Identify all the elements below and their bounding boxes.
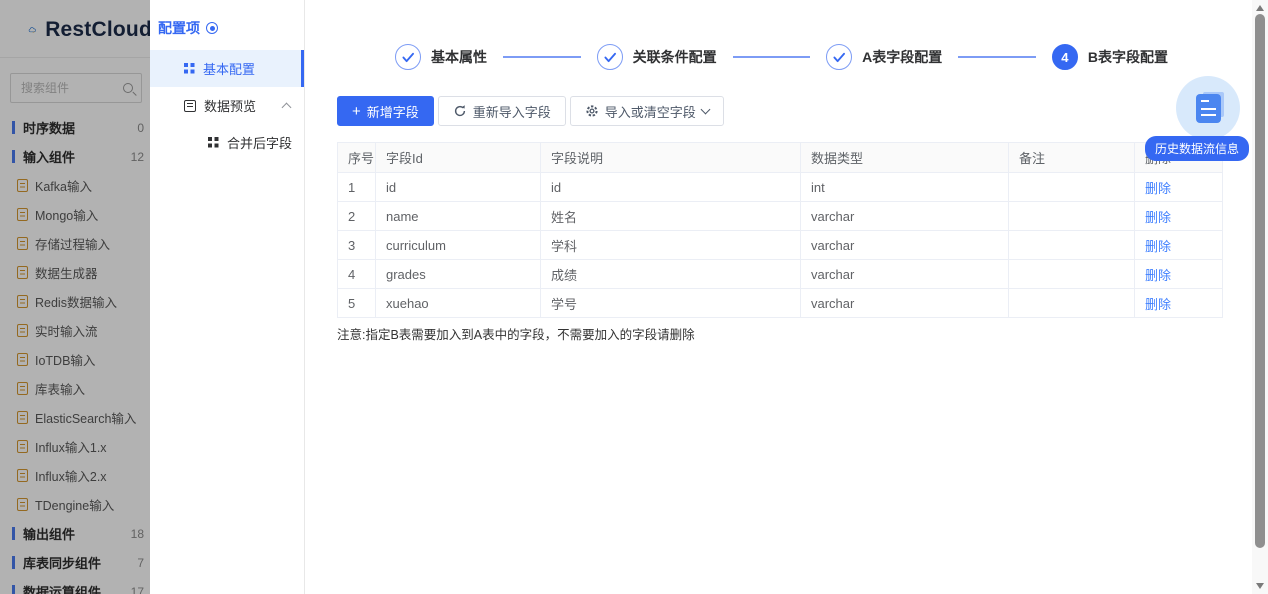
gear-icon <box>585 104 599 118</box>
grid-icon <box>184 63 195 74</box>
cell-field-id: name <box>376 202 541 231</box>
history-dataflow-button[interactable] <box>1176 76 1240 140</box>
cell-no: 3 <box>338 231 376 260</box>
cell-no: 5 <box>338 289 376 318</box>
add-field-label: 新增字段 <box>367 102 419 121</box>
target-icon <box>206 22 218 34</box>
cell-data-type: varchar <box>801 289 1009 318</box>
step-current-number: 4 <box>1052 44 1078 70</box>
col-header-remark: 备注 <box>1009 143 1135 173</box>
cell-remark <box>1009 231 1135 260</box>
reimport-fields-button[interactable]: 重新导入字段 <box>438 96 566 126</box>
scrollbar-thumb[interactable] <box>1255 14 1265 548</box>
config-item-basic[interactable]: 基本配置 <box>150 50 304 87</box>
refresh-icon <box>453 104 467 118</box>
cell-field-desc: 姓名 <box>541 202 801 231</box>
fields-table: 序号 字段Id 字段说明 数据类型 备注 删除 1 id id <box>337 142 1223 318</box>
list-icon <box>184 100 196 112</box>
cell-no: 4 <box>338 260 376 289</box>
step-basic-attributes: 基本属性 <box>395 44 487 70</box>
table-row: 3 curriculum 学科 varchar 删除 <box>338 231 1223 260</box>
scroll-down-arrow-icon[interactable] <box>1256 583 1264 589</box>
config-item-data-preview[interactable]: 数据预览 <box>150 87 304 124</box>
cell-field-id: curriculum <box>376 231 541 260</box>
step-table-a-fields: A表字段配置 <box>826 44 942 70</box>
config-panel-title-text: 配置项 <box>158 18 200 38</box>
table-row: 2 name 姓名 varchar 删除 <box>338 202 1223 231</box>
step-connector <box>733 56 811 58</box>
config-panel: 配置项 基本配置 数据预览 合并后字段 <box>150 0 305 594</box>
cell-data-type: varchar <box>801 202 1009 231</box>
cell-remark <box>1009 173 1135 202</box>
step-connector <box>503 56 581 58</box>
cell-no: 1 <box>338 173 376 202</box>
delete-row-link[interactable]: 删除 <box>1145 239 1171 254</box>
delete-row-link[interactable]: 删除 <box>1145 181 1171 196</box>
reimport-fields-label: 重新导入字段 <box>473 102 551 121</box>
cell-field-desc: 成绩 <box>541 260 801 289</box>
config-drawer: 配置项 基本配置 数据预览 合并后字段 <box>150 0 1268 594</box>
app-screen: RestCloud 时序数据 0 输入组件 12 Kafka输入 <box>0 0 1268 594</box>
step-done-check-icon <box>826 44 852 70</box>
import-or-clear-label: 导入或清空字段 <box>605 102 696 121</box>
table-note: 注意:指定B表需要加入到A表中的字段，不需要加入的字段请删除 <box>337 324 1268 343</box>
table-row: 1 id id int 删除 <box>338 173 1223 202</box>
step-label: B表字段配置 <box>1088 47 1168 67</box>
table-row: 5 xuehao 学号 varchar 删除 <box>338 289 1223 318</box>
config-panel-items: 基本配置 数据预览 合并后字段 <box>150 50 304 161</box>
delete-row-link[interactable]: 删除 <box>1145 297 1171 312</box>
add-field-button[interactable]: 新增字段 <box>337 96 434 126</box>
history-document-icon <box>1196 94 1221 123</box>
step-connector <box>958 56 1036 58</box>
wizard-stepper: 基本属性 关联条件配置 A表字段配置 <box>395 44 1168 70</box>
step-label: 基本属性 <box>431 47 487 67</box>
config-item-merged-fields[interactable]: 合并后字段 <box>150 124 304 161</box>
cell-field-desc: id <box>541 173 801 202</box>
import-or-clear-fields-button[interactable]: 导入或清空字段 <box>570 96 724 126</box>
main-content: 基本属性 关联条件配置 A表字段配置 <box>305 0 1268 594</box>
col-header-field-desc: 字段说明 <box>541 143 801 173</box>
cell-field-desc: 学号 <box>541 289 801 318</box>
step-label: 关联条件配置 <box>633 47 717 67</box>
col-header-field-id: 字段Id <box>376 143 541 173</box>
chevron-up-icon[interactable] <box>282 102 292 112</box>
history-dataflow-badge: 历史数据流信息 <box>1145 136 1249 161</box>
cell-field-id: xuehao <box>376 289 541 318</box>
step-done-check-icon <box>597 44 623 70</box>
col-header-no: 序号 <box>338 143 376 173</box>
delete-row-link[interactable]: 删除 <box>1145 268 1171 283</box>
cell-remark <box>1009 202 1135 231</box>
scroll-up-arrow-icon[interactable] <box>1256 5 1264 11</box>
cell-field-id: grades <box>376 260 541 289</box>
fields-table-container: 序号 字段Id 字段说明 数据类型 备注 删除 1 id id <box>337 142 1222 318</box>
config-item-label: 基本配置 <box>203 59 255 78</box>
step-done-check-icon <box>395 44 421 70</box>
chevron-down-icon <box>700 105 710 115</box>
cell-data-type: varchar <box>801 260 1009 289</box>
cell-remark <box>1009 289 1135 318</box>
config-item-label: 数据预览 <box>204 96 256 115</box>
cell-data-type: varchar <box>801 231 1009 260</box>
fields-toolbar: 新增字段 重新导入字段 导入或清空字段 <box>337 96 1268 126</box>
delete-row-link[interactable]: 删除 <box>1145 210 1171 225</box>
cell-field-id: id <box>376 173 541 202</box>
cell-data-type: int <box>801 173 1009 202</box>
step-label: A表字段配置 <box>862 47 942 67</box>
cell-no: 2 <box>338 202 376 231</box>
config-panel-title: 配置项 <box>150 18 304 38</box>
col-header-data-type: 数据类型 <box>801 143 1009 173</box>
cell-remark <box>1009 260 1135 289</box>
table-row: 4 grades 成绩 varchar 删除 <box>338 260 1223 289</box>
table-header-row: 序号 字段Id 字段说明 数据类型 备注 删除 <box>338 143 1223 173</box>
plus-icon <box>352 104 361 119</box>
config-item-label: 合并后字段 <box>227 133 292 152</box>
vertical-scrollbar[interactable] <box>1252 0 1268 594</box>
step-join-conditions: 关联条件配置 <box>597 44 717 70</box>
grid-icon <box>208 137 219 148</box>
cell-field-desc: 学科 <box>541 231 801 260</box>
step-table-b-fields: 4 B表字段配置 <box>1052 44 1168 70</box>
